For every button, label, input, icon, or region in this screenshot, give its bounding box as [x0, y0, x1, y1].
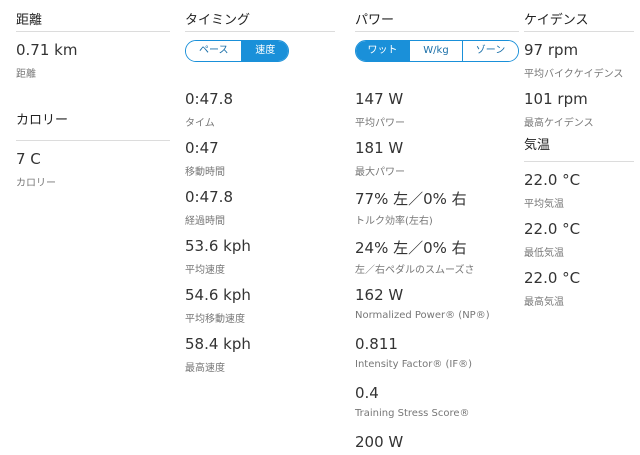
stat-value: 0:47.8	[185, 90, 233, 108]
stat-value: 22.0 °C	[524, 220, 581, 238]
stat-value: 0.4	[355, 384, 379, 402]
power-stat-pedal-smoothness: 24% 左／0% 右 左／右ペダルのスムーズさ	[355, 228, 525, 277]
timing-stats: 0:47.8 タイム 0:47 移動時間 0:47.8 経過時間 53.6 kp…	[185, 81, 335, 375]
stat-value: 22.0 °C	[524, 269, 581, 287]
stat-value: 181 W	[355, 139, 404, 157]
distance-column: 距離 0.71 km 距離 カロリー 7 C カロリー	[16, 0, 170, 190]
stat-label: Intensity Factor® (IF®)	[355, 359, 472, 370]
calories-header: カロリー	[16, 109, 170, 141]
calories-stat: 7 C カロリー	[16, 141, 170, 190]
power-unit-toggle: ワット W/kg ゾーン	[355, 40, 519, 62]
power-stats: 147 W 平均パワー 181 W 最大パワー 77% 左／0% 右 トルク効率…	[355, 81, 525, 455]
toggle-speed[interactable]: 速度	[242, 41, 288, 61]
stat-value: 53.6 kph	[185, 237, 251, 255]
stat-label: 距離	[16, 69, 36, 80]
stat-value: 77% 左／0% 右	[355, 190, 467, 208]
toggle-watts[interactable]: ワット	[356, 41, 410, 61]
toggle-zones[interactable]: ゾーン	[463, 41, 518, 61]
stat-label: 最低気温	[524, 248, 564, 259]
temperature-stat-max: 22.0 °C 最高気温	[524, 260, 634, 309]
temperature-stat-avg: 22.0 °C 平均気温	[524, 162, 634, 211]
stat-value: 147 W	[355, 90, 404, 108]
timing-stat-time: 0:47.8 タイム	[185, 81, 335, 130]
cadence-column: ケイデンス 97 rpm 平均バイクケイデンス 101 rpm 最高ケイデンス …	[524, 0, 634, 309]
timing-header: タイミング	[185, 0, 335, 32]
stat-value: 58.4 kph	[185, 335, 251, 353]
power-stat-normalized-power: 162 W Normalized Power® (NP®)	[355, 277, 525, 326]
timing-stat-avg-speed: 53.6 kph 平均速度	[185, 228, 335, 277]
stat-label: 平均移動速度	[185, 314, 245, 325]
timing-column: タイミング ペース 速度 0:47.8 タイム 0:47 移動時間 0:47.8…	[185, 0, 335, 374]
cadence-stat-avg: 97 rpm 平均バイクケイデンス	[524, 32, 634, 81]
power-stat-max: 181 W 最大パワー	[355, 130, 525, 179]
temperature-header: 気温	[524, 129, 634, 162]
timing-stat-max-speed: 58.4 kph 最高速度	[185, 326, 335, 375]
stat-value: 0.811	[355, 335, 398, 353]
stat-value: 0:47	[185, 139, 219, 157]
stat-value: 7 C	[16, 150, 41, 168]
power-header: パワー	[355, 0, 519, 32]
timing-stat-avg-moving-speed: 54.6 kph 平均移動速度	[185, 277, 335, 326]
temperature-stat-min: 22.0 °C 最低気温	[524, 211, 634, 260]
power-stat-extra: 200 W	[355, 424, 525, 455]
stat-label: 左／右ペダルのスムーズさ	[355, 265, 475, 276]
stat-label: 平均パワー	[355, 118, 405, 129]
cadence-stat-max: 101 rpm 最高ケイデンス	[524, 81, 634, 130]
stat-label: 最高気温	[524, 297, 564, 308]
toggle-pace[interactable]: ペース	[186, 41, 243, 61]
stat-value: 162 W	[355, 286, 404, 304]
stat-value: 97 rpm	[524, 41, 579, 59]
stat-label: 最大パワー	[355, 167, 405, 178]
power-stat-intensity-factor: 0.811 Intensity Factor® (IF®)	[355, 326, 525, 375]
stat-label: 平均気温	[524, 199, 564, 210]
stat-value: 22.0 °C	[524, 171, 581, 189]
stat-label: 移動時間	[185, 167, 225, 178]
timing-unit-toggle: ペース 速度	[185, 40, 289, 62]
power-stat-tss: 0.4 Training Stress Score®	[355, 375, 525, 424]
stat-label: 最高速度	[185, 363, 225, 374]
cadence-header: ケイデンス	[524, 0, 634, 32]
stat-label: タイム	[185, 118, 215, 129]
stat-value: 0:47.8	[185, 188, 233, 206]
stat-label: トルク効率(左右)	[355, 216, 433, 227]
stat-label: Normalized Power® (NP®)	[355, 310, 490, 321]
distance-header: 距離	[16, 0, 170, 32]
timing-stat-moving-time: 0:47 移動時間	[185, 130, 335, 179]
power-stat-torque-effectiveness: 77% 左／0% 右 トルク効率(左右)	[355, 179, 525, 228]
stat-value: 0.71 km	[16, 41, 78, 59]
distance-stat: 0.71 km 距離	[16, 32, 170, 81]
power-column: パワー ワット W/kg ゾーン 147 W 平均パワー 181 W 最大パワー…	[355, 0, 519, 451]
stat-value: 24% 左／0% 右	[355, 239, 467, 257]
stat-label: カロリー	[16, 178, 56, 189]
stat-value: 200 W	[355, 433, 404, 451]
stat-label: 経過時間	[185, 216, 225, 227]
power-stat-avg: 147 W 平均パワー	[355, 81, 525, 130]
stat-label: 平均速度	[185, 265, 225, 276]
timing-stat-elapsed-time: 0:47.8 経過時間	[185, 179, 335, 228]
stat-label: Training Stress Score®	[355, 408, 470, 419]
stat-value: 54.6 kph	[185, 286, 251, 304]
toggle-w-per-kg[interactable]: W/kg	[410, 41, 463, 61]
stat-value: 101 rpm	[524, 90, 588, 108]
stat-label: 平均バイクケイデンス	[524, 69, 624, 80]
stat-label: 最高ケイデンス	[524, 118, 594, 129]
